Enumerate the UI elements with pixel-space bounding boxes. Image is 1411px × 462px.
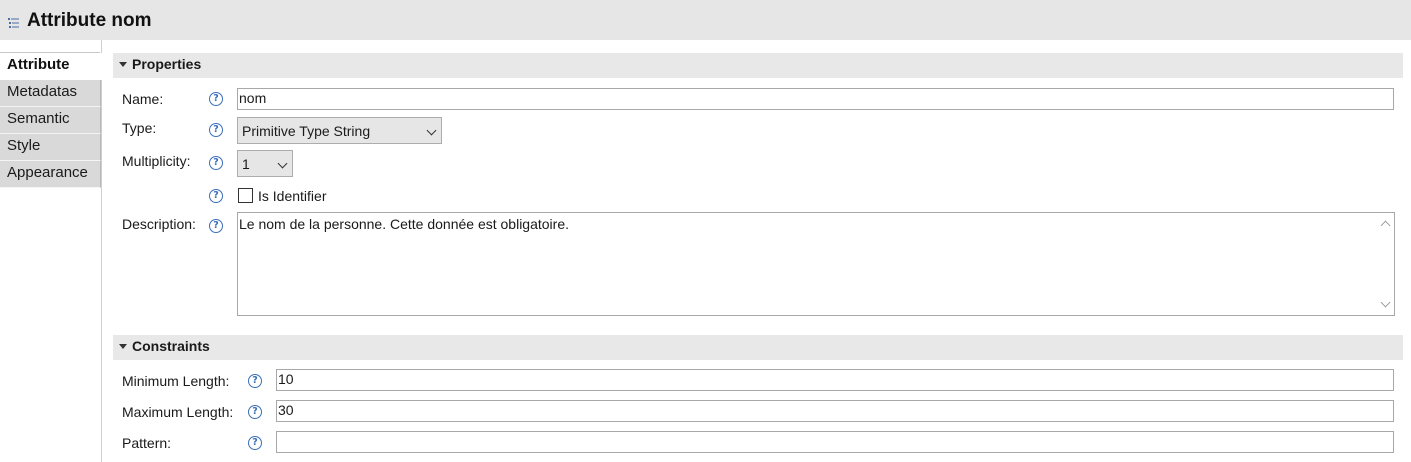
maximum-length-label: Maximum Length: (122, 404, 234, 420)
chevron-down-icon (277, 158, 288, 169)
pattern-label: Pattern: (122, 435, 172, 451)
multiplicity-select[interactable]: 1 (237, 150, 293, 177)
collapse-triangle-icon (119, 344, 127, 349)
name-field[interactable]: nom (237, 88, 1394, 110)
minimum-length-help-icon[interactable]: ? (248, 374, 262, 388)
description-label: Description: (122, 216, 196, 232)
is-identifier-label: Is Identifier (258, 188, 327, 204)
tab-metadatas[interactable]: Metadatas (0, 80, 101, 107)
properties-section-title: Properties (132, 56, 202, 72)
multiplicity-label: Multiplicity: (122, 153, 191, 169)
type-label: Type: (122, 120, 157, 136)
constraints-section-header[interactable]: Constraints (113, 335, 1403, 360)
property-tabs: Attribute Metadatas Semantic Style Appea… (0, 40, 102, 462)
properties-section-header[interactable]: Properties (113, 53, 1403, 78)
tab-attribute[interactable]: Attribute (0, 53, 102, 80)
type-select[interactable]: Primitive Type String (237, 117, 442, 144)
editor-header: Attribute nom (0, 0, 1411, 40)
description-text: Le nom de la personne. Cette donnée est … (239, 216, 570, 232)
description-help-icon[interactable]: ? (209, 219, 223, 233)
type-select-value: Primitive Type String (242, 123, 371, 139)
tab-appearance[interactable]: Appearance (0, 161, 101, 188)
identifier-help-icon[interactable]: ? (209, 189, 223, 203)
scroll-up-icon[interactable] (1380, 220, 1391, 231)
collapse-triangle-icon (119, 62, 127, 67)
page-title: Attribute nom (27, 10, 152, 31)
pattern-field[interactable] (276, 431, 1394, 453)
tab-style[interactable]: Style (0, 134, 101, 161)
maximum-length-field[interactable]: 30 (276, 400, 1394, 422)
constraints-section-title: Constraints (132, 338, 210, 354)
description-scrollbar[interactable] (1377, 213, 1394, 315)
tab-semantic[interactable]: Semantic (0, 107, 101, 134)
chevron-down-icon (426, 125, 437, 136)
name-help-icon[interactable]: ? (209, 92, 223, 106)
is-identifier-checkbox[interactable] (238, 188, 253, 203)
minimum-length-field[interactable]: 10 (276, 369, 1394, 391)
maximum-length-help-icon[interactable]: ? (248, 405, 262, 419)
multiplicity-select-value: 1 (242, 156, 250, 172)
multiplicity-help-icon[interactable]: ? (209, 156, 223, 170)
pattern-help-icon[interactable]: ? (248, 436, 262, 450)
description-textarea[interactable]: Le nom de la personne. Cette donnée est … (237, 212, 1395, 316)
tab-spacer (0, 40, 100, 53)
scroll-down-icon[interactable] (1380, 297, 1391, 308)
minimum-length-label: Minimum Length: (122, 373, 230, 389)
list-icon (8, 18, 19, 28)
name-label: Name: (122, 91, 164, 107)
type-help-icon[interactable]: ? (209, 123, 223, 137)
